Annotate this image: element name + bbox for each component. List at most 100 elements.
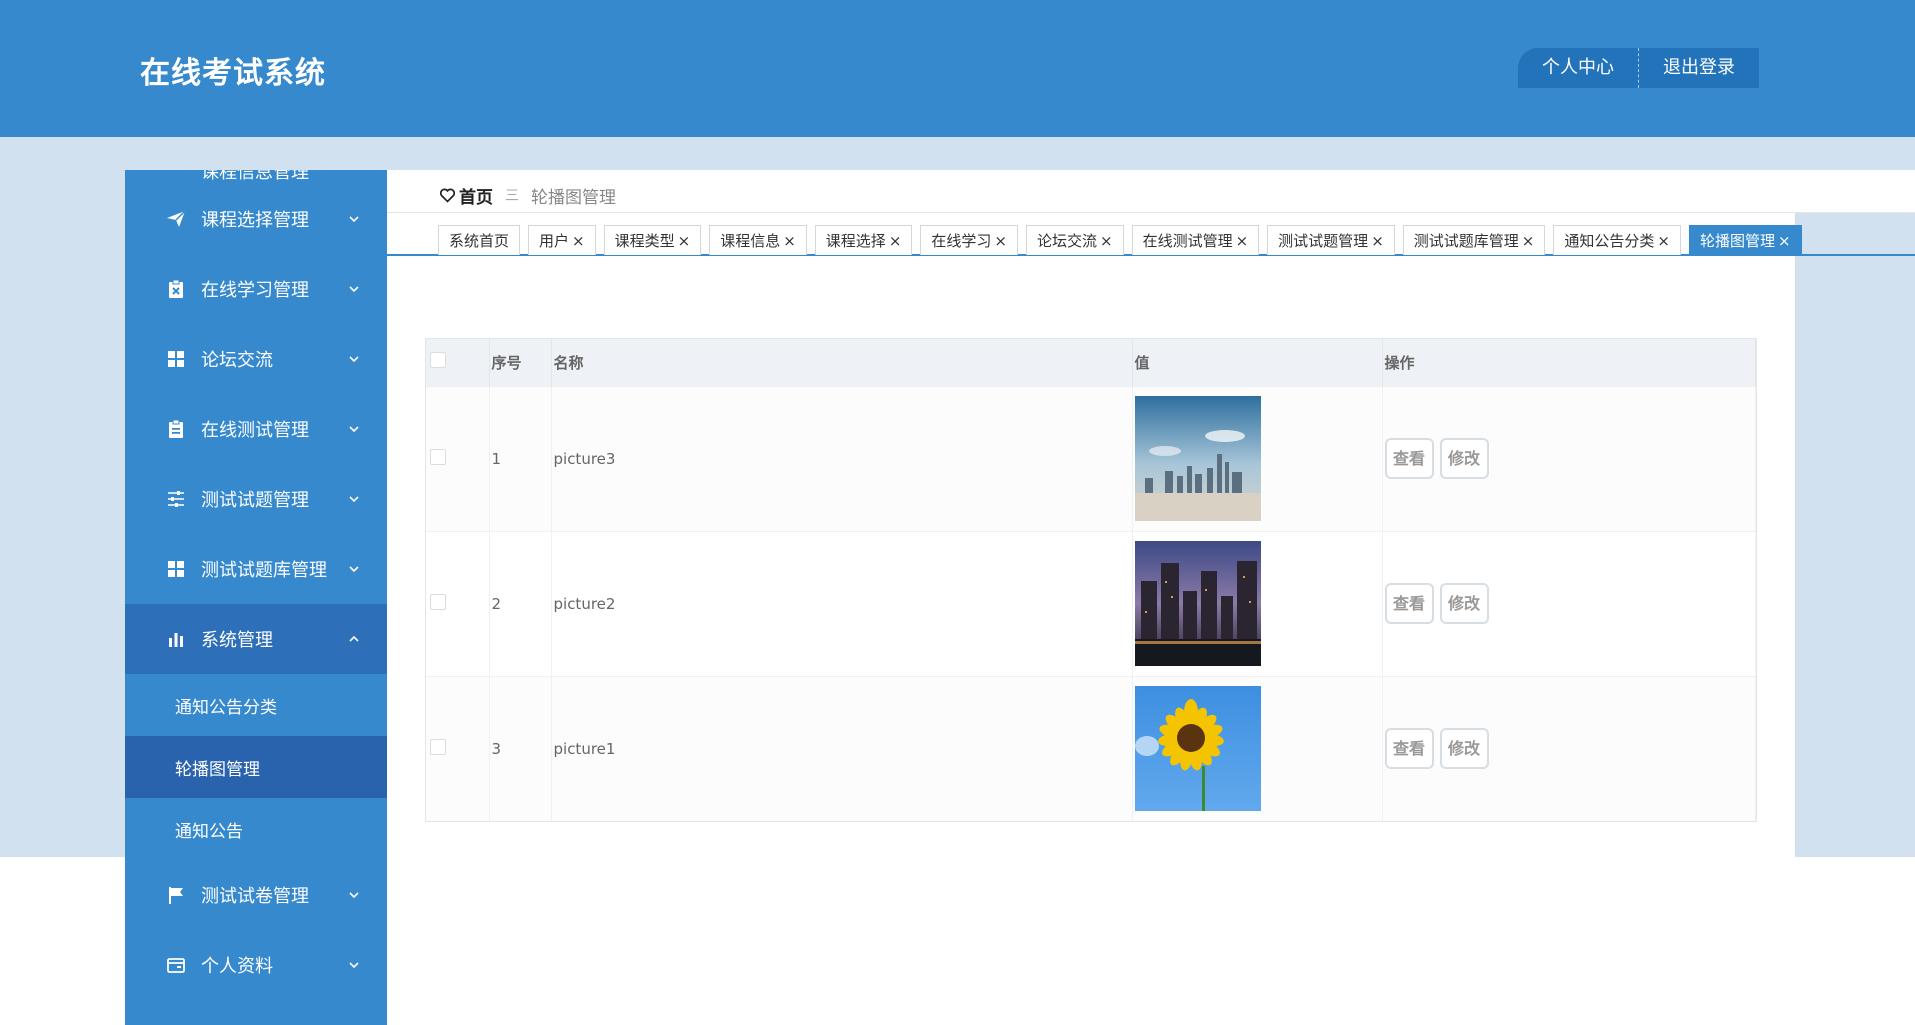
close-icon[interactable]: × [889,232,902,250]
row-checkbox[interactable] [430,593,446,610]
sidebar-item-test-questions[interactable]: 测试试题管理 [125,464,387,534]
tab-label: 在线学习 [931,232,992,250]
view-button[interactable]: 查看 [1384,728,1434,770]
edit-button[interactable]: 修改 [1439,583,1489,624]
tab-label: 在线测试管理 [1142,232,1233,250]
tabs-bar: 系统首页 用户 × 课程类型 × 课程信息 × 课程选择 × 在线学习 × 论坛交流 × 在线测试管理 × 测… [387,212,1915,256]
sidebar-item-course-selection[interactable]: 课程选择管理 [125,184,387,254]
view-button[interactable]: 查看 [1384,438,1434,479]
city-night-image[interactable] [1134,541,1261,666]
close-icon[interactable]: × [678,232,691,250]
select-all-checkbox[interactable] [430,352,446,369]
chevron-up-icon [349,635,359,642]
row-value [1132,675,1383,821]
sidebar-subitem-carousel[interactable]: 轮播图管理 [125,736,387,798]
close-icon[interactable]: × [994,232,1007,250]
row-name: picture2 [551,530,1133,676]
chevron-down-icon [349,356,359,363]
sidebar-item-label: 在线学习管理 [201,280,309,301]
list-icon [165,170,187,184]
column-header-actions: 操作 [1382,339,1756,386]
table-header-row: 序号 名称 值 操作 [426,339,1756,386]
chevron-down-icon [349,496,359,503]
chevron-down-icon [349,892,359,899]
row-actions: 查看 修改 [1382,675,1756,821]
close-icon[interactable]: × [1522,232,1535,250]
select-all-cell [426,339,490,386]
chevron-down-icon [349,216,359,223]
sidebar-item-profile[interactable]: 个人资料 [125,930,387,1000]
sidebar-item-course-info[interactable]: 课程信息管理 [125,170,387,184]
tab-label: 论坛交流 [1036,232,1097,250]
sidebar-subitem-notice[interactable]: 通知公告 [125,798,387,860]
tab-label: 测试试题库管理 [1413,232,1519,250]
close-icon[interactable]: × [1657,232,1670,250]
tab-7[interactable]: 在线测试管理 × [1131,225,1260,255]
tab-label: 轮播图管理 [1699,232,1775,250]
sidebar-item-label: 个人资料 [201,956,273,977]
clipboard-x-icon [165,278,187,300]
tab-5[interactable]: 在线学习 × [920,225,1018,255]
tab-label: 用户 [539,232,570,250]
table-row: 1 picture3 查看 修改 [426,385,1756,531]
sunflower-image[interactable] [1134,686,1261,812]
sidebar-item-forum[interactable]: 论坛交流 [125,324,387,394]
close-icon[interactable]: × [572,232,585,250]
sidebar-item-label: 在线测试管理 [201,420,309,441]
tab-label: 系统首页 [449,232,510,250]
city-skyline-image[interactable] [1134,396,1261,521]
tab-8[interactable]: 测试试题管理 × [1267,225,1395,255]
tab-4[interactable]: 课程选择 × [814,225,913,255]
row-index: 3 [489,675,552,821]
close-icon[interactable]: × [783,232,796,250]
tab-label: 课程类型 [614,232,675,250]
close-icon[interactable]: × [1778,232,1791,250]
row-checkbox[interactable] [430,448,446,465]
row-index: 1 [489,385,552,531]
sidebar-item-test-papers[interactable]: 测试试卷管理 [125,860,387,930]
heart-icon [439,188,456,203]
tab-6[interactable]: 论坛交流 × [1025,225,1124,255]
tab-0[interactable]: 系统首页 [438,225,521,255]
close-icon[interactable]: × [1100,232,1113,250]
tab-3[interactable]: 课程信息 × [709,225,807,255]
sidebar-item-online-test[interactable]: 在线测试管理 [125,394,387,464]
tab-label: 通知公告分类 [1564,232,1655,250]
close-icon[interactable]: × [1236,232,1249,250]
row-index: 2 [489,530,552,676]
tab-label: 测试试题管理 [1278,232,1369,250]
sidebar-item-system-management[interactable]: 系统管理 [125,604,387,674]
tab-2[interactable]: 课程类型 × [603,225,702,255]
breadcrumb: 首页 三 轮播图管理 [439,180,616,210]
breadcrumb-home[interactable]: 首页 [439,183,493,208]
sidebar-item-online-learning[interactable]: 在线学习管理 [125,254,387,324]
grid-icon [165,348,187,370]
view-button[interactable]: 查看 [1384,583,1434,624]
row-select-cell [426,385,490,531]
sidebar-item-question-bank[interactable]: 测试试题库管理 [125,534,387,604]
logout-button[interactable]: 退出登录 [1639,48,1759,88]
sliders-icon [165,488,187,510]
grid-icon [165,558,187,580]
breadcrumb-current: 轮播图管理 [531,187,616,208]
sidebar-subitem-notice-category[interactable]: 通知公告分类 [125,674,387,736]
row-name: picture3 [551,385,1133,531]
tab-1[interactable]: 用户 × [528,225,596,255]
row-actions: 查看 修改 [1382,530,1756,676]
profile-button[interactable]: 个人中心 [1518,48,1639,88]
sidebar-item-label: 课程信息管理 [201,170,309,183]
edit-button[interactable]: 修改 [1439,438,1489,479]
row-checkbox[interactable] [430,738,446,755]
chevron-down-icon [349,426,359,433]
breadcrumb-home-label: 首页 [459,187,493,208]
close-icon[interactable]: × [1371,232,1384,250]
edit-button[interactable]: 修改 [1439,728,1489,770]
tab-11[interactable]: 轮播图管理 × [1688,225,1802,255]
table-row: 2 picture2 查看 修改 [426,530,1756,676]
column-header-index: 序号 [489,339,552,386]
tab-10[interactable]: 通知公告分类 × [1553,225,1681,255]
app-title: 在线考试系统 [140,56,326,91]
sidebar-item-label: 测试试题库管理 [201,560,327,581]
tab-9[interactable]: 测试试题库管理 × [1402,225,1546,255]
paper-plane-icon [165,208,187,230]
